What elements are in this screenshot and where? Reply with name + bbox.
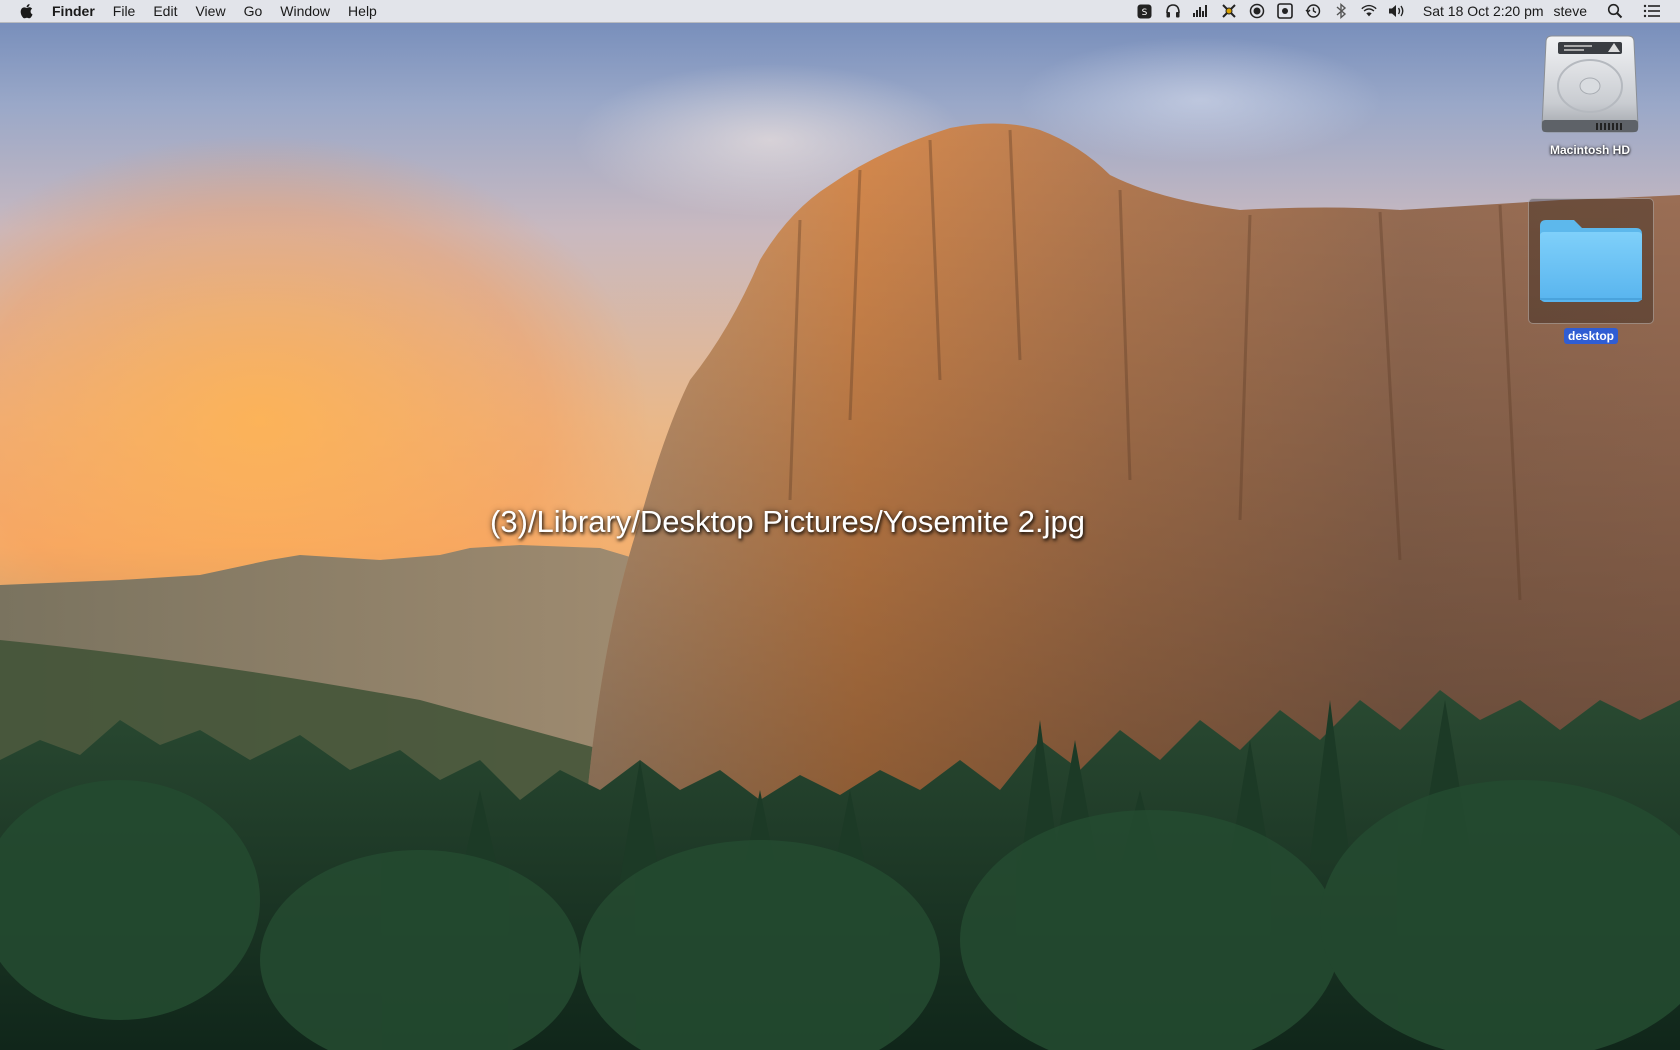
menu-window[interactable]: Window	[271, 0, 339, 22]
svg-text:S: S	[1142, 8, 1148, 18]
wallpaper-path-overlay: (3)/Library/Desktop Pictures/Yosemite 2.…	[490, 504, 1086, 539]
menu-user[interactable]: steve	[1554, 3, 1587, 19]
menu-edit[interactable]: Edit	[144, 0, 186, 22]
bluetooth-icon[interactable]	[1332, 2, 1350, 20]
hard-drive-icon	[1541, 35, 1639, 133]
menu-bar-right: S Sat 18 Oct 2:20 pm steve	[1131, 0, 1680, 22]
folder-selection-frame	[1528, 198, 1654, 324]
search-icon[interactable]	[1606, 2, 1624, 20]
menu-clock[interactable]: Sat 18 Oct 2:20 pm	[1423, 3, 1544, 19]
menu-help[interactable]: Help	[339, 0, 386, 22]
desktop-folder-label: desktop	[1563, 328, 1618, 344]
folder-icon	[1540, 220, 1642, 302]
menu-view[interactable]: View	[186, 0, 234, 22]
app-status-icon[interactable]: S	[1136, 2, 1154, 20]
network-activity-icon[interactable]	[1220, 2, 1238, 20]
menu-bar-left: Finder File Edit View Go Window Help	[0, 0, 386, 22]
time-machine-icon[interactable]	[1304, 2, 1322, 20]
macintosh-hd-desktop-icon[interactable]: Macintosh HD	[1520, 34, 1660, 158]
record-icon[interactable]	[1276, 2, 1294, 20]
list-icon[interactable]	[1643, 2, 1661, 20]
macintosh-hd-label: Macintosh HD	[1549, 143, 1630, 157]
menu-app-finder[interactable]: Finder	[52, 0, 104, 22]
cpu-meter-icon[interactable]	[1192, 2, 1210, 20]
menu-bar: Finder File Edit View Go Window Help S S…	[0, 0, 1680, 23]
volume-icon[interactable]	[1388, 2, 1406, 20]
apple-logo-icon[interactable]	[18, 0, 36, 22]
menu-go[interactable]: Go	[235, 0, 272, 22]
desktop[interactable]: Finder File Edit View Go Window Help S S…	[0, 0, 1680, 1050]
headphones-icon[interactable]	[1164, 2, 1182, 20]
desktop-folder-icon[interactable]: desktop	[1528, 198, 1654, 344]
wifi-icon[interactable]	[1360, 2, 1378, 20]
target-icon[interactable]	[1248, 2, 1266, 20]
menu-file[interactable]: File	[104, 0, 145, 22]
